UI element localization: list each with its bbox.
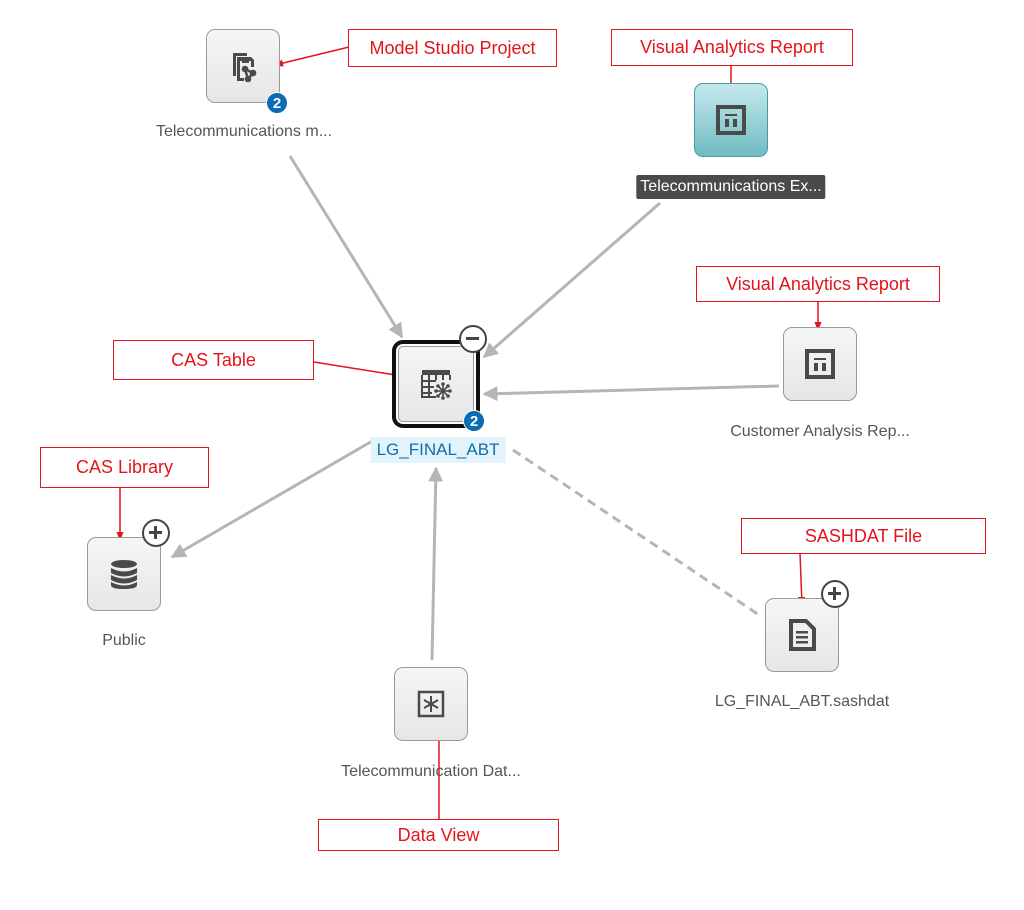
node-label-va-report-1[interactable]: Telecommunications Ex... [636,175,826,199]
callout-cas-table: CAS Table [113,340,314,380]
node-label-cas-library[interactable]: Public [102,632,146,650]
plus-icon [149,526,162,539]
callout-model-studio-project: Model Studio Project [348,29,557,67]
node-label-sashdat-file[interactable]: LG_FINAL_ABT.sashdat [715,693,889,711]
edge-va-report-2-to-cas-table [482,384,780,402]
data-view-icon [411,684,451,724]
node-va-report-1[interactable] [694,83,768,157]
cas-table-icon [414,362,458,406]
minus-icon [466,337,479,340]
node-label-va-report-2[interactable]: Customer Analysis Rep... [730,423,910,441]
edge-cas-table-to-sashdat-file [512,448,763,619]
edge-va-report-1-to-cas-table [482,201,661,359]
count-badge: 2 [266,92,288,114]
callout-data-view: Data View [318,819,559,851]
model-project-icon [223,46,263,86]
node-model-project[interactable] [206,29,280,103]
callout-pointer-model-project [274,46,350,67]
edge-data-view-to-cas-table [428,466,444,661]
count-badge: 2 [463,410,485,432]
expand-toggle[interactable] [821,580,849,608]
node-label-data-view[interactable]: Telecommunication Dat... [341,763,521,781]
node-label-cas-table[interactable]: LG_FINAL_ABT [370,437,506,463]
node-data-view[interactable] [394,667,468,741]
report-icon [711,100,751,140]
node-cas-library[interactable] [87,537,161,611]
file-icon [782,615,822,655]
report-icon [800,344,840,384]
node-va-report-2[interactable] [783,327,857,401]
database-icon [104,554,144,594]
edge-model-project-to-cas-table [288,155,404,339]
callout-cas-library: CAS Library [40,447,209,488]
callout-visual-analytics-report-2: Visual Analytics Report [696,266,940,302]
callout-sashdat-file: SASHDAT File [741,518,986,554]
node-sashdat-file[interactable] [765,598,839,672]
collapse-toggle[interactable] [459,325,487,353]
node-label-model-project[interactable]: Telecommunications m... [156,123,332,141]
callout-visual-analytics-report-1: Visual Analytics Report [611,29,853,66]
plus-icon [828,587,841,600]
expand-toggle[interactable] [142,519,170,547]
